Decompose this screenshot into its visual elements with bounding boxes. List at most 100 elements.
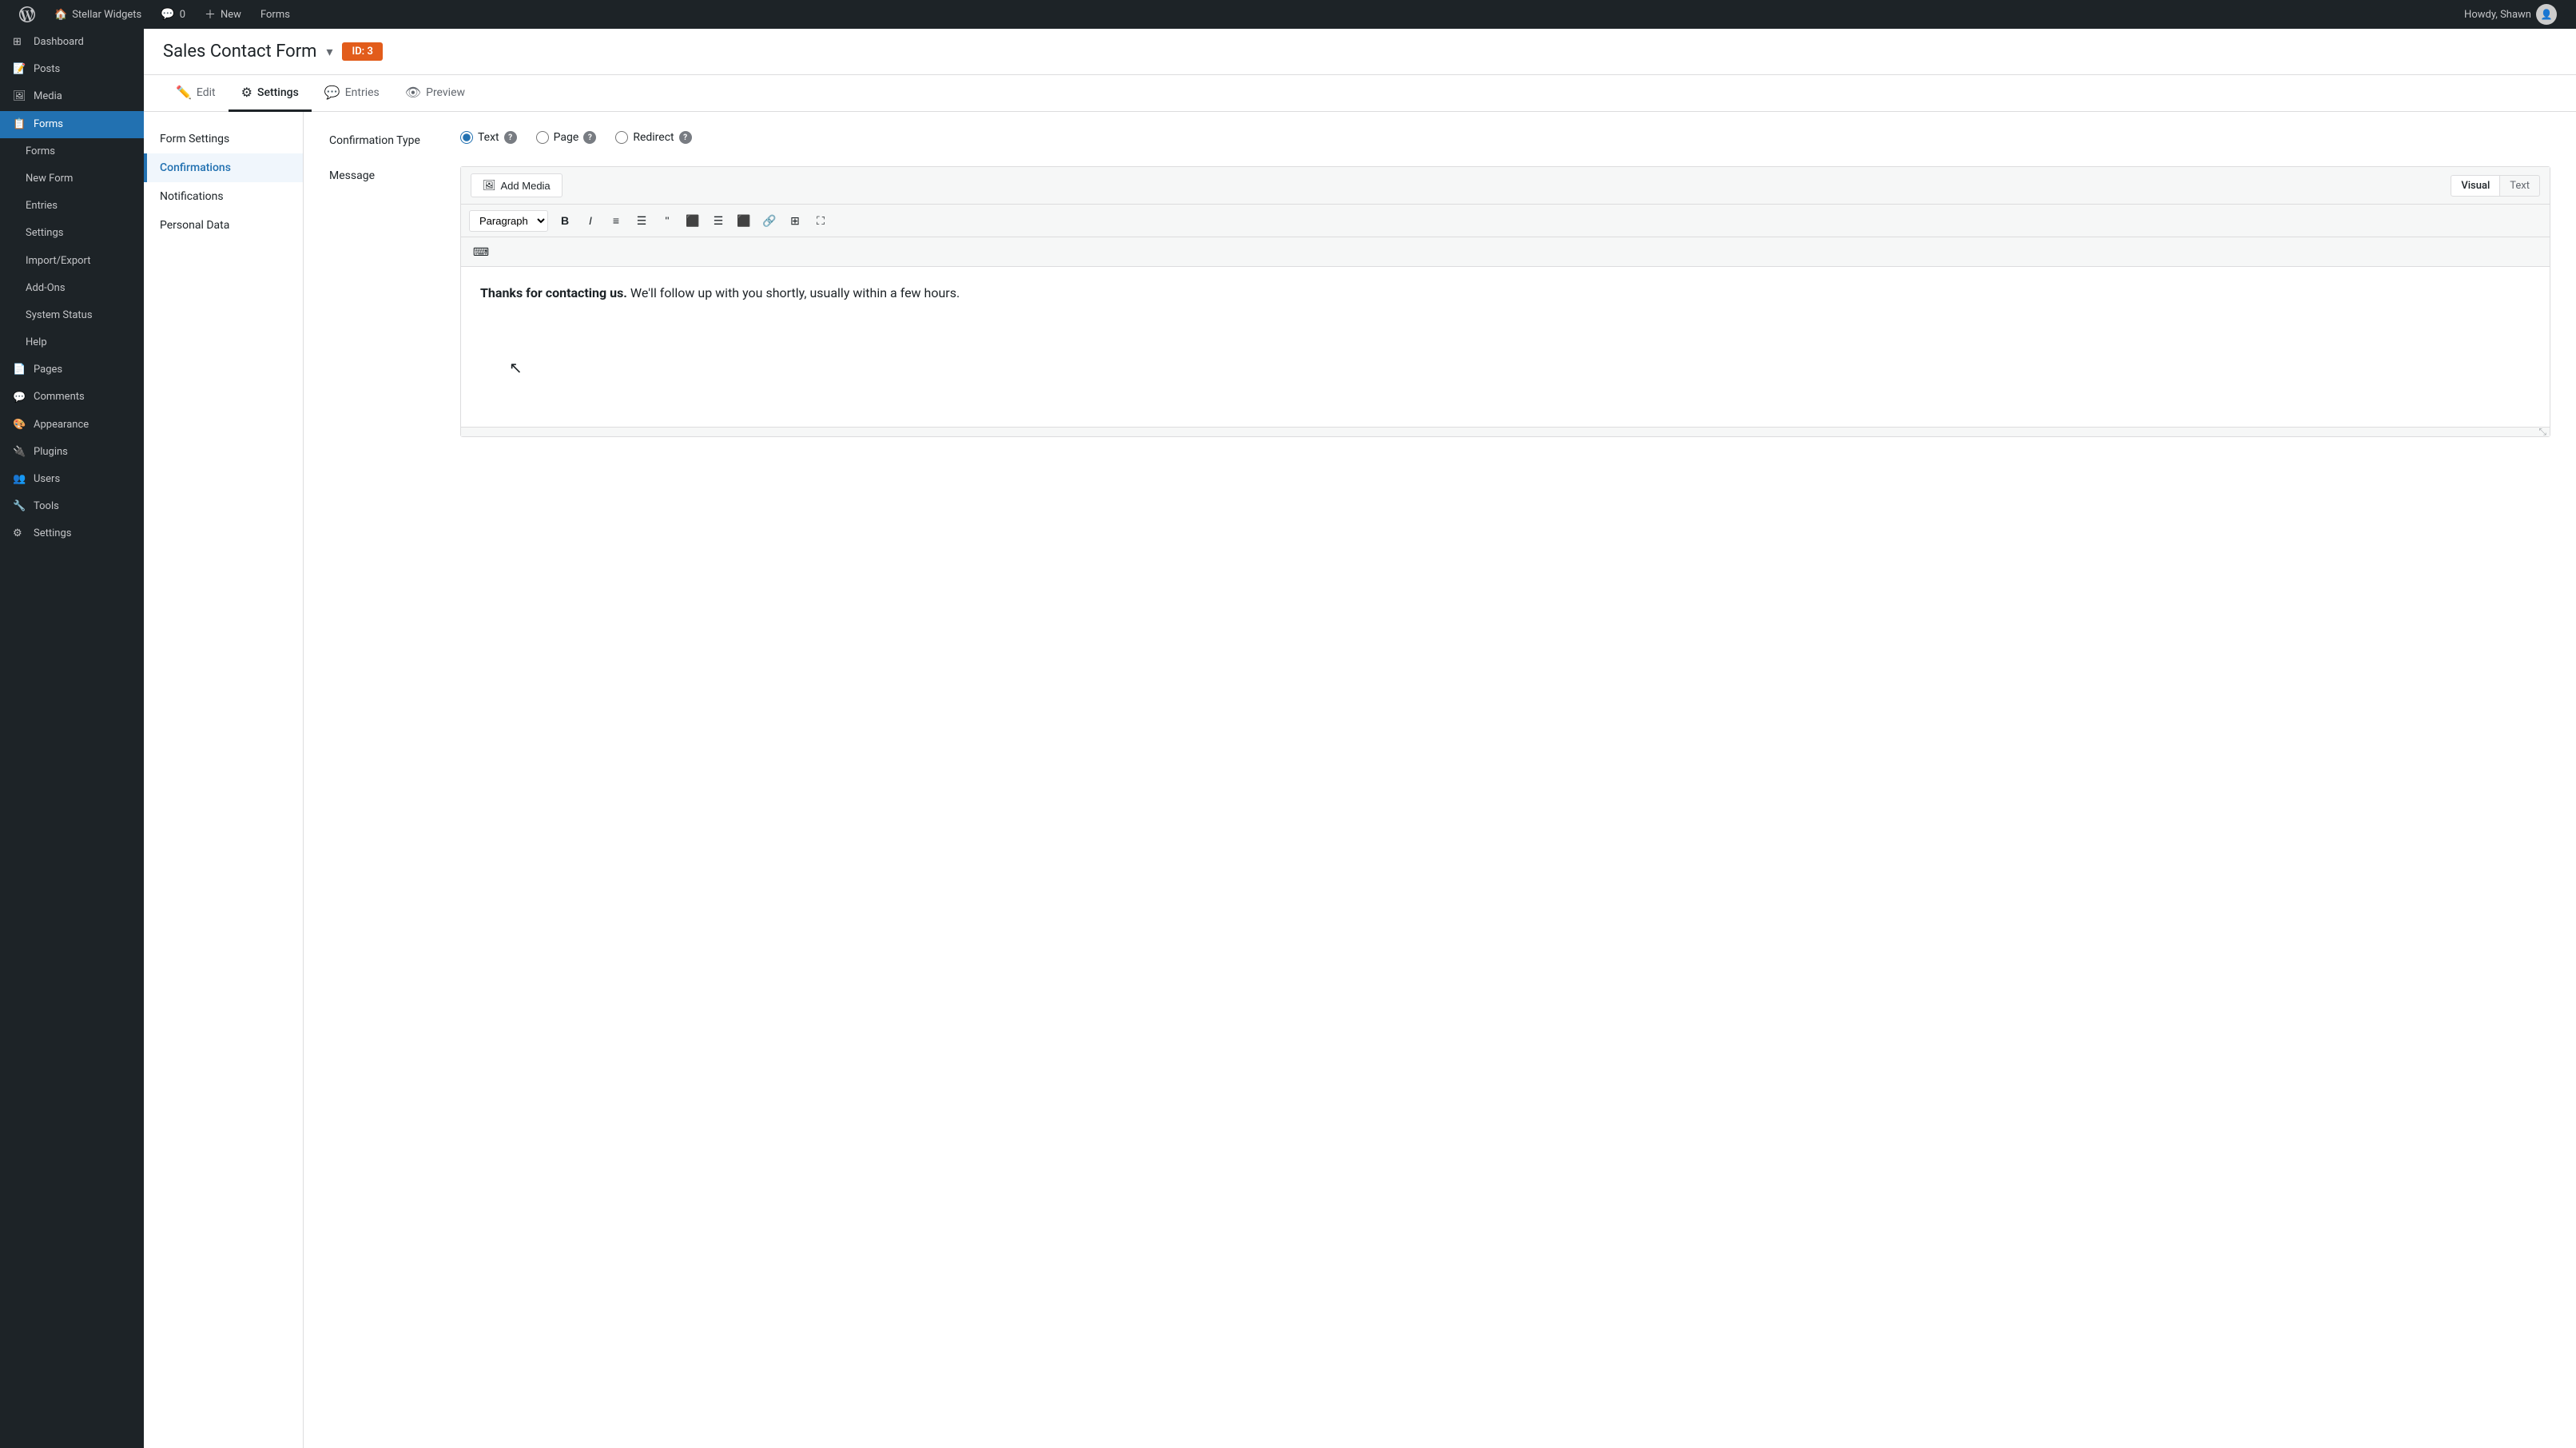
radio-redirect-label: Redirect — [633, 131, 674, 144]
text-tab[interactable]: Text — [2500, 175, 2540, 197]
sidebar-sub-label: Import/Export — [26, 254, 91, 269]
sidebar-item-label: Media — [34, 90, 62, 104]
editor-body[interactable]: Thanks for contacting us. We'll follow u… — [461, 267, 2550, 427]
sidebar-item-dashboard[interactable]: ⊞ Dashboard — [0, 29, 144, 56]
settings-nav-confirmations[interactable]: Confirmations — [144, 153, 303, 182]
tab-edit-label: Edit — [197, 86, 216, 99]
confirmation-type-label: Confirmation Type — [329, 131, 441, 147]
visual-tab[interactable]: Visual — [2451, 175, 2500, 197]
sidebar-sub-label: Forms — [26, 145, 55, 159]
sidebar: ⊞ Dashboard 📝 Posts 🖼 Media 📋 Forms Form… — [0, 29, 144, 1448]
tab-preview-label: Preview — [426, 86, 465, 99]
insert-table-button[interactable]: ⊞ — [783, 209, 807, 232]
tab-settings-label: Settings — [257, 86, 299, 99]
italic-button[interactable]: I — [578, 209, 602, 232]
visual-text-tabs: Visual Text — [2451, 175, 2540, 197]
comment-count: 0 — [180, 9, 185, 21]
blockquote-button[interactable]: " — [655, 209, 679, 232]
new-button[interactable]: ＋ New — [195, 0, 251, 29]
sidebar-item-label: Plugins — [34, 445, 68, 459]
plugins-icon: 🔌 — [13, 445, 27, 459]
content-area: Sales Contact Form ▾ ID: 3 ✏️ Edit ⚙ Set… — [144, 29, 2576, 1448]
title-dropdown-button[interactable]: ▾ — [326, 44, 332, 59]
tab-entries-label: Entries — [345, 86, 380, 99]
align-center-button[interactable]: ☰ — [706, 209, 730, 232]
radio-redirect-input[interactable] — [615, 131, 628, 144]
dashboard-icon: ⊞ — [13, 35, 27, 50]
page-header: Sales Contact Form ▾ ID: 3 — [144, 29, 2576, 75]
tabs-bar: ✏️ Edit ⚙ Settings 💬 Entries 👁 Preview — [144, 75, 2576, 112]
tab-settings[interactable]: ⚙ Settings — [229, 75, 312, 112]
forms-button[interactable]: Forms — [251, 0, 300, 29]
radio-text-input[interactable] — [460, 131, 473, 144]
redirect-help-icon[interactable]: ? — [679, 131, 692, 144]
add-media-button[interactable]: 🖼 Add Media — [471, 173, 563, 197]
settings-icon: ⚙ — [13, 527, 27, 541]
editor-content-normal: We'll follow up with you shortly, usuall… — [630, 285, 960, 300]
fullscreen-button[interactable]: ⛶ — [809, 209, 833, 232]
sidebar-item-settings-main[interactable]: ⚙ Settings — [0, 520, 144, 547]
radio-redirect-option[interactable]: Redirect ? — [615, 131, 691, 144]
unordered-list-button[interactable]: ≡ — [604, 209, 628, 232]
settings-layout: Form Settings Confirmations Notification… — [144, 112, 2576, 1448]
sidebar-item-tools[interactable]: 🔧 Tools — [0, 493, 144, 520]
editor-toolbar-1: Paragraph Heading 1 Heading 2 B I ≡ ☰ " … — [461, 205, 2550, 237]
entries-tab-icon: 💬 — [324, 85, 340, 100]
comments-icon: 💬 — [13, 391, 27, 405]
sidebar-item-label: Settings — [34, 527, 71, 541]
sidebar-item-system-status[interactable]: System Status — [0, 302, 144, 329]
sidebar-sub-label: New Form — [26, 172, 73, 186]
sidebar-item-posts[interactable]: 📝 Posts — [0, 56, 144, 83]
sidebar-item-entries[interactable]: Entries — [0, 193, 144, 220]
sidebar-item-help[interactable]: Help — [0, 329, 144, 356]
sidebar-item-comments[interactable]: 💬 Comments — [0, 384, 144, 411]
settings-nav-form-settings[interactable]: Form Settings — [144, 125, 303, 153]
sidebar-item-plugins[interactable]: 🔌 Plugins — [0, 439, 144, 466]
sidebar-item-appearance[interactable]: 🎨 Appearance — [0, 412, 144, 439]
sidebar-item-import-export[interactable]: Import/Export — [0, 248, 144, 275]
editor-resize-handle[interactable]: ⤡ — [461, 427, 2550, 436]
sidebar-item-forms-sub[interactable]: Forms — [0, 138, 144, 165]
radio-page-label: Page — [554, 131, 579, 144]
editor-content: Thanks for contacting us. We'll follow u… — [480, 283, 2530, 304]
bold-button[interactable]: B — [553, 209, 577, 232]
keyboard-shortcut-button[interactable]: ⌨ — [469, 241, 493, 263]
ordered-list-button[interactable]: ☰ — [630, 209, 654, 232]
text-tab-label: Text — [2510, 180, 2530, 192]
sidebar-item-new-form[interactable]: New Form — [0, 165, 144, 193]
tab-edit[interactable]: ✏️ Edit — [163, 75, 229, 112]
visual-tab-label: Visual — [2461, 180, 2490, 192]
site-name-button[interactable]: 🏠 Stellar Widgets — [45, 0, 151, 29]
cursor-icon: ↖ — [509, 355, 523, 380]
tab-preview[interactable]: 👁 Preview — [392, 75, 478, 112]
align-right-button[interactable]: ⬛ — [732, 209, 756, 232]
radio-text-option[interactable]: Text ? — [460, 131, 517, 144]
sidebar-item-forms[interactable]: 📋 Forms — [0, 111, 144, 138]
howdy-label: Howdy, Shawn — [2464, 9, 2531, 21]
editor-toolbar-2: ⌨ — [461, 237, 2550, 267]
sidebar-item-label: Pages — [34, 363, 62, 377]
sidebar-sub-label: System Status — [26, 308, 93, 323]
settings-nav-personal-data[interactable]: Personal Data — [144, 211, 303, 240]
radio-page-option[interactable]: Page ? — [536, 131, 597, 144]
sidebar-sub-label: Settings — [26, 226, 63, 241]
sidebar-item-media[interactable]: 🖼 Media — [0, 83, 144, 110]
wp-logo-button[interactable] — [10, 0, 45, 29]
sidebar-item-label: Tools — [34, 499, 59, 514]
howdy-button[interactable]: Howdy, Shawn 👤 — [2455, 0, 2566, 29]
sidebar-item-pages[interactable]: 📄 Pages — [0, 356, 144, 384]
text-help-icon[interactable]: ? — [504, 131, 517, 144]
sidebar-item-add-ons[interactable]: Add-Ons — [0, 275, 144, 302]
tab-entries[interactable]: 💬 Entries — [312, 75, 392, 112]
page-help-icon[interactable]: ? — [583, 131, 596, 144]
comments-button[interactable]: 💬 0 — [151, 0, 195, 29]
link-button[interactable]: 🔗 — [757, 209, 781, 232]
radio-page-input[interactable] — [536, 131, 549, 144]
sidebar-sub-label: Help — [26, 336, 47, 350]
align-left-button[interactable]: ⬛ — [681, 209, 705, 232]
sidebar-item-users[interactable]: 👥 Users — [0, 466, 144, 493]
settings-nav-notifications[interactable]: Notifications — [144, 182, 303, 211]
sidebar-item-label: Appearance — [34, 418, 89, 432]
paragraph-format-select[interactable]: Paragraph Heading 1 Heading 2 — [469, 210, 548, 232]
sidebar-item-settings[interactable]: Settings — [0, 220, 144, 247]
